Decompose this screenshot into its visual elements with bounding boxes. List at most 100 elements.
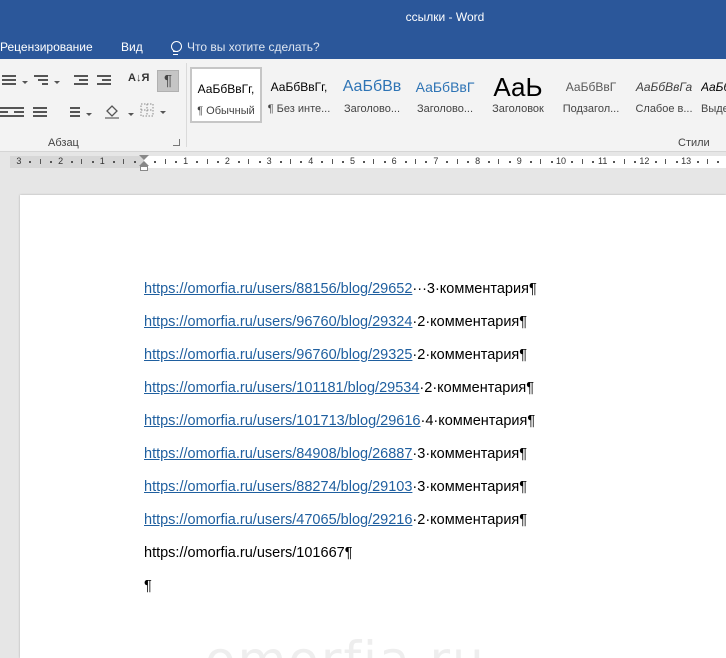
ruler-number: 3: [266, 156, 272, 166]
style-name: Заголово...: [343, 103, 401, 115]
ruler-dot: [154, 161, 157, 163]
styles-group-label: Стили: [678, 137, 710, 149]
ruler-dot: [196, 161, 199, 163]
ruler-number: 13: [681, 156, 692, 166]
ruler-dot: [446, 161, 449, 163]
style-emphasis[interactable]: АаБбВвГа Выде: [701, 67, 726, 123]
ruler-dot: [404, 161, 407, 163]
shading-button[interactable]: [104, 103, 134, 119]
decrease-indent-icon: [74, 75, 88, 87]
document-paragraph[interactable]: https://omorfia.ru/users/88274/blog/2910…: [144, 479, 527, 495]
ruler-tick: [623, 159, 625, 164]
ruler-tick: [123, 159, 125, 164]
ruler-dot: [592, 161, 595, 163]
style-no-spacing[interactable]: АаБбВвГг, ¶ Без инте...: [263, 67, 335, 123]
line-spacing-icon: [70, 107, 84, 119]
paragraph-text: https://omorfia.ru/users/101667¶: [144, 545, 353, 561]
ruler-dot: [633, 161, 636, 163]
ribbon: А↓Я ¶ Абзац АаБбВвГг, ¶ Обычный АаБбВвГг…: [0, 59, 726, 152]
chevron-down-icon: [54, 81, 60, 84]
style-name: Подзагол...: [562, 103, 620, 115]
hyperlink[interactable]: https://omorfia.ru/users/47065/blog/2921…: [144, 512, 412, 528]
style-name: ¶ Без инте...: [267, 103, 331, 115]
style-subtitle[interactable]: АаБбВвГ Подзагол...: [555, 67, 627, 123]
document-page[interactable]: https://omorfia.ru/users/88156/blog/2965…: [20, 195, 726, 658]
multilevel-list-button[interactable]: [34, 73, 60, 89]
hyperlink[interactable]: https://omorfia.ru/users/88274/blog/2910…: [144, 479, 412, 495]
bullets-button[interactable]: [0, 73, 28, 89]
tell-me-box[interactable]: Что вы хотите сделать?: [170, 40, 320, 55]
hyperlink[interactable]: https://omorfia.ru/users/101181/blog/295…: [144, 380, 419, 396]
ruler-dot: [91, 161, 94, 163]
style-normal[interactable]: АаБбВвГг, ¶ Обычный: [190, 67, 262, 123]
ruler-dot: [362, 161, 365, 163]
group-divider: [186, 63, 187, 147]
ruler-number: 1: [183, 156, 189, 166]
style-name: Слабое в...: [635, 103, 693, 115]
window-title: ссылки - Word: [405, 10, 485, 24]
style-sample: АаБбВвГг,: [197, 82, 255, 96]
chevron-down-icon: [160, 111, 166, 114]
chevron-down-icon: [86, 113, 92, 116]
ruler-dot: [175, 161, 178, 163]
document-area: https://omorfia.ru/users/88156/blog/2965…: [0, 171, 726, 658]
paint-bucket-icon: [105, 105, 119, 119]
paragraph-text: ·2·комментария¶: [419, 380, 535, 396]
paragraph-text: ·4·комментария¶: [420, 413, 536, 429]
ribbon-tabs: Рецензирование Вид Что вы хотите сделать…: [0, 34, 726, 59]
increase-indent-icon: [97, 75, 111, 87]
style-name: Заголовок: [492, 103, 544, 115]
ruler-dot: [237, 161, 240, 163]
tab-review[interactable]: Рецензирование: [0, 40, 93, 54]
align-right-button[interactable]: [10, 105, 24, 121]
document-paragraph[interactable]: https://omorfia.ru/users/101667¶: [144, 545, 352, 561]
sort-button[interactable]: А↓Я: [128, 72, 149, 84]
borders-button[interactable]: [140, 103, 166, 119]
ruler-dot: [258, 161, 261, 163]
tab-view[interactable]: Вид: [121, 40, 143, 54]
hyperlink[interactable]: https://omorfia.ru/users/84908/blog/2688…: [144, 446, 412, 462]
document-paragraph[interactable]: https://omorfia.ru/users/84908/blog/2688…: [144, 446, 527, 462]
style-title[interactable]: АаЬ Заголовок: [482, 67, 554, 123]
hyperlink[interactable]: https://omorfia.ru/users/101713/blog/296…: [144, 413, 420, 429]
ruler-tick: [706, 159, 708, 164]
ruler-dot: [613, 161, 616, 163]
paragraph-dialog-launcher-icon[interactable]: [173, 139, 180, 146]
ruler-tick: [289, 159, 291, 164]
paragraph-text: ¶: [144, 578, 152, 594]
ruler-dot: [529, 161, 532, 163]
document-paragraph[interactable]: https://omorfia.ru/users/96760/blog/2932…: [144, 314, 527, 330]
ruler-dot: [675, 161, 678, 163]
line-spacing-button[interactable]: [64, 103, 92, 119]
document-paragraph[interactable]: https://omorfia.ru/users/88156/blog/2965…: [144, 281, 537, 297]
align-right-icon: [10, 107, 24, 119]
justify-button[interactable]: [33, 105, 47, 121]
increase-indent-button[interactable]: [97, 73, 113, 89]
decrease-indent-button[interactable]: [74, 73, 90, 89]
ruler-number: 1: [99, 156, 105, 166]
hyperlink[interactable]: https://omorfia.ru/users/88156/blog/2965…: [144, 281, 412, 297]
ruler-number: 7: [433, 156, 439, 166]
hyperlink[interactable]: https://omorfia.ru/users/96760/blog/2932…: [144, 314, 412, 330]
document-paragraph[interactable]: https://omorfia.ru/users/47065/blog/2921…: [144, 512, 527, 528]
style-sample: АаБбВвГ: [415, 79, 475, 95]
indent-marker[interactable]: [139, 155, 149, 171]
document-paragraph[interactable]: https://omorfia.ru/users/101713/blog/296…: [144, 413, 535, 429]
justify-icon: [33, 107, 47, 119]
style-subtle-emphasis[interactable]: АаБбВвГа Слабое в...: [628, 67, 700, 123]
style-heading-2[interactable]: АаБбВвГ Заголово...: [409, 67, 481, 123]
ruler-number: 12: [639, 156, 650, 166]
ruler-number: 2: [224, 156, 230, 166]
horizontal-ruler[interactable]: 3 2 1 1 2 3 4 5 6 7 8 9 10 11 12 13: [0, 153, 726, 171]
ruler-dot: [300, 161, 303, 163]
style-heading-1[interactable]: АаБбВв Заголово...: [336, 67, 408, 123]
document-paragraph[interactable]: https://omorfia.ru/users/101181/blog/295…: [144, 380, 534, 396]
bullets-icon: [2, 75, 16, 87]
show-formatting-button[interactable]: ¶: [157, 70, 179, 92]
document-paragraph[interactable]: https://omorfia.ru/users/96760/blog/2932…: [144, 347, 527, 363]
ruler-dot: [654, 161, 657, 163]
hyperlink[interactable]: https://omorfia.ru/users/96760/blog/2932…: [144, 347, 412, 363]
ruler-dot: [279, 161, 282, 163]
ruler-dot: [342, 161, 345, 163]
document-paragraph[interactable]: ¶: [144, 578, 152, 594]
